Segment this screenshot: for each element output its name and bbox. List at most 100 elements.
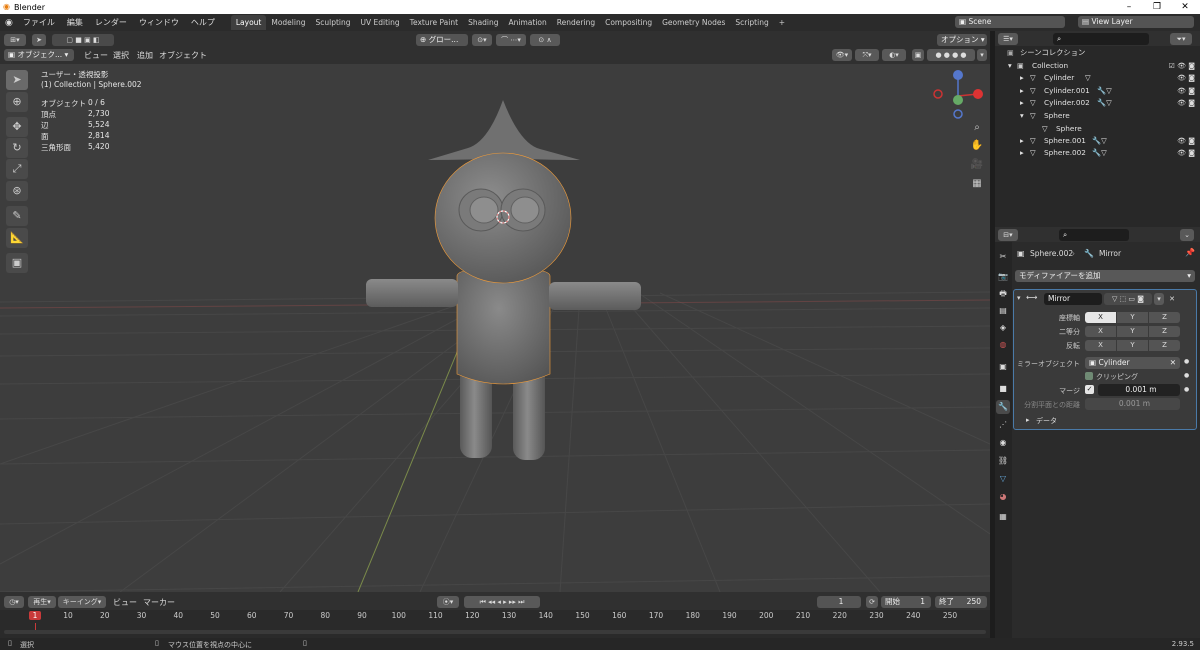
3d-viewport[interactable]: ➤ ⊕ ✥ ↻ ⤢ ⊛ ✎ 📐 ▣ ユーザー・透視投影 (1) Collecti… xyxy=(0,64,990,592)
modifier-menu[interactable]: ▾ xyxy=(1154,293,1164,305)
merge-distance-field[interactable]: 0.001 m xyxy=(1098,384,1180,396)
frame-ruler[interactable]: 1 10 20 30 40 50 60 70 80 90 100 110 120 130 140 150 160… xyxy=(0,610,990,638)
outliner-search[interactable]: ⌕ xyxy=(1053,33,1149,45)
outliner-editor-type[interactable]: ☰▾ xyxy=(998,33,1018,45)
tab-modeling[interactable]: Modeling xyxy=(266,15,310,30)
bisect-y-toggle[interactable]: Y xyxy=(1117,326,1148,337)
modifier-name-field[interactable]: Mirror xyxy=(1044,293,1102,305)
cursor-tool[interactable]: ⊕ xyxy=(6,92,28,112)
texture-tab-icon[interactable]: ▦ xyxy=(996,510,1010,524)
menu-help[interactable]: ヘルプ xyxy=(185,17,221,28)
flip-x-toggle[interactable]: X xyxy=(1085,340,1116,351)
shading-mode-buttons[interactable]: ● ● ● ● xyxy=(927,49,975,61)
menu-edit[interactable]: 編集 xyxy=(61,17,89,28)
mode-dropdown[interactable]: ▣ オブジェク... ▾ xyxy=(4,49,74,61)
add-modifier-dropdown[interactable]: モディファイアーを追加 ▾ xyxy=(1015,270,1195,282)
tab-rendering[interactable]: Rendering xyxy=(552,15,600,30)
visibility-icons[interactable]: 👁 ◙ xyxy=(1177,137,1195,145)
axis-x-toggle[interactable]: X xyxy=(1085,312,1116,323)
timeline-editor-type[interactable]: ◷▾ xyxy=(4,596,24,608)
outliner-item-sphere-002[interactable]: ▸ ▽ Sphere.002 🔧▽ 👁 ◙ xyxy=(995,148,1200,161)
blender-menu-icon[interactable]: ◉ xyxy=(0,18,17,28)
flip-y-toggle[interactable]: Y xyxy=(1117,340,1148,351)
outliner-filter[interactable]: ⏷▾ xyxy=(1170,33,1192,45)
close-button[interactable]: ✕ xyxy=(1171,0,1199,14)
rotate-tool[interactable]: ↻ xyxy=(6,138,28,158)
visibility-icons[interactable]: 👁 ◙ xyxy=(1177,149,1195,157)
data-subpanel-label[interactable]: データ xyxy=(1036,416,1057,426)
tab-scripting[interactable]: Scripting xyxy=(730,15,773,30)
perspective-grid-icon[interactable]: ▦ xyxy=(970,178,984,192)
physics-tab-icon[interactable]: ◉ xyxy=(996,436,1010,450)
data-subpanel-arrow-icon[interactable]: ▸ xyxy=(1026,416,1030,424)
bisect-z-toggle[interactable]: Z xyxy=(1149,326,1180,337)
clipping-checkbox[interactable] xyxy=(1085,372,1093,380)
outliner-item-cylinder-002[interactable]: ▸ ▽ Cylinder.002 🔧▽ 👁 ◙ xyxy=(995,98,1200,111)
options-dropdown[interactable]: オプション ▾ xyxy=(937,34,987,46)
menu-object[interactable]: オブジェクト xyxy=(153,50,213,61)
playback-dropdown[interactable]: 再生▾ xyxy=(28,596,56,608)
view-layer-tab-icon[interactable]: ▤ xyxy=(996,304,1010,318)
playback-controls[interactable]: ⏮ ◂◂ ◂ ▸ ▸▸ ⏭ xyxy=(464,596,540,608)
collection-visibility-icons[interactable]: ☑ 👁 ◙ xyxy=(1169,62,1195,70)
tab-animation[interactable]: Animation xyxy=(504,15,552,30)
snap-toggle[interactable]: ⌒ ⋯▾ xyxy=(496,34,526,46)
select-mode-buttons[interactable]: ▢ ■ ▣ ◧ xyxy=(52,34,114,46)
tool-tab-icon[interactable]: ✂ xyxy=(996,250,1010,264)
move-tool[interactable]: ✥ xyxy=(6,117,28,137)
scene-collection-row[interactable]: ▣ シーンコレクション xyxy=(995,48,1200,61)
outliner-item-sphere-data[interactable]: ▽ Sphere xyxy=(995,124,1200,137)
minimize-button[interactable]: – xyxy=(1115,0,1143,14)
tab-texture-paint[interactable]: Texture Paint xyxy=(405,15,463,30)
gizmo-toggle[interactable]: ⤧▾ xyxy=(855,49,879,61)
menu-window[interactable]: ウィンドウ xyxy=(133,17,185,28)
tab-geometry-nodes[interactable]: Geometry Nodes xyxy=(657,15,730,30)
editor-type-button[interactable]: ⊞▾ xyxy=(4,34,26,46)
properties-search[interactable]: ⌕ xyxy=(1059,229,1129,241)
end-frame-field[interactable]: 終了 250 xyxy=(935,596,987,608)
pivot-dropdown[interactable]: ⊙▾ xyxy=(472,34,492,46)
maximize-button[interactable]: ❐ xyxy=(1143,0,1171,14)
properties-editor-type[interactable]: ⊟▾ xyxy=(998,229,1018,241)
visibility-dropdown[interactable]: 👁▾ xyxy=(832,49,852,61)
collection-row[interactable]: ▾ ▣ Collection ☑ 👁 ◙ xyxy=(995,61,1200,74)
axis-y-toggle[interactable]: Y xyxy=(1117,312,1148,323)
delete-modifier-button[interactable]: ✕ xyxy=(1167,293,1177,305)
record-button[interactable]: ⦿▾ xyxy=(437,596,459,608)
view-layer-selector[interactable]: ▤ View Layer xyxy=(1078,16,1194,28)
measure-tool[interactable]: 📐 xyxy=(6,228,28,248)
render-tab-icon[interactable]: 📷 xyxy=(996,270,1010,284)
shading-dropdown[interactable]: ▾ xyxy=(977,49,987,61)
world-tab-icon[interactable]: ◍ xyxy=(996,338,1010,352)
flip-z-toggle[interactable]: Z xyxy=(1149,340,1180,351)
zoom-icon[interactable]: ⌕ xyxy=(970,122,984,136)
keying-dropdown[interactable]: キーイング▾ xyxy=(58,596,106,608)
timeline-scrollbar[interactable] xyxy=(4,630,986,634)
properties-options[interactable]: ⌄ xyxy=(1180,229,1194,241)
annotate-tool[interactable]: ✎ xyxy=(6,206,28,226)
navigation-gizmo[interactable] xyxy=(933,70,983,119)
modifier-tab-icon[interactable]: 🔧 xyxy=(996,400,1010,414)
start-frame-field[interactable]: 開始 1 xyxy=(881,596,931,608)
proportional-edit-toggle[interactable]: ⊙ ∧ xyxy=(530,34,560,46)
axis-z-toggle[interactable]: Z xyxy=(1149,312,1180,323)
merge-checkbox[interactable]: ✓ xyxy=(1085,385,1094,394)
overlay-toggle[interactable]: ◐▾ xyxy=(882,49,906,61)
material-tab-icon[interactable]: ◕ xyxy=(996,490,1010,504)
clear-field-icon[interactable]: ✕ xyxy=(1170,357,1176,369)
collapse-arrow-icon[interactable]: ▾ xyxy=(1017,294,1021,302)
add-cube-tool[interactable]: ▣ xyxy=(6,253,28,273)
visibility-icons[interactable]: 👁 ◙ xyxy=(1177,87,1195,95)
visibility-icons[interactable]: 👁 ◙ xyxy=(1177,74,1195,82)
timeline-marker-menu[interactable]: マーカー xyxy=(137,597,181,608)
xray-toggle[interactable]: ▣ xyxy=(912,49,924,61)
outliner-item-sphere-001[interactable]: ▸ ▽ Sphere.001 🔧▽ 👁 ◙ xyxy=(995,136,1200,149)
mirror-object-field[interactable]: ▣ Cylinder ✕ xyxy=(1085,357,1180,369)
data-tab-icon[interactable]: ▽ xyxy=(996,472,1010,486)
visibility-icons[interactable]: 👁 ◙ xyxy=(1177,99,1195,107)
add-workspace-button[interactable]: + xyxy=(774,15,790,30)
bisect-distance-field[interactable]: 0.001 m xyxy=(1085,398,1180,410)
particles-tab-icon[interactable]: ⋰ xyxy=(996,418,1010,432)
tab-uv-editing[interactable]: UV Editing xyxy=(356,15,405,30)
scene-selector[interactable]: ▣ Scene xyxy=(955,16,1065,28)
